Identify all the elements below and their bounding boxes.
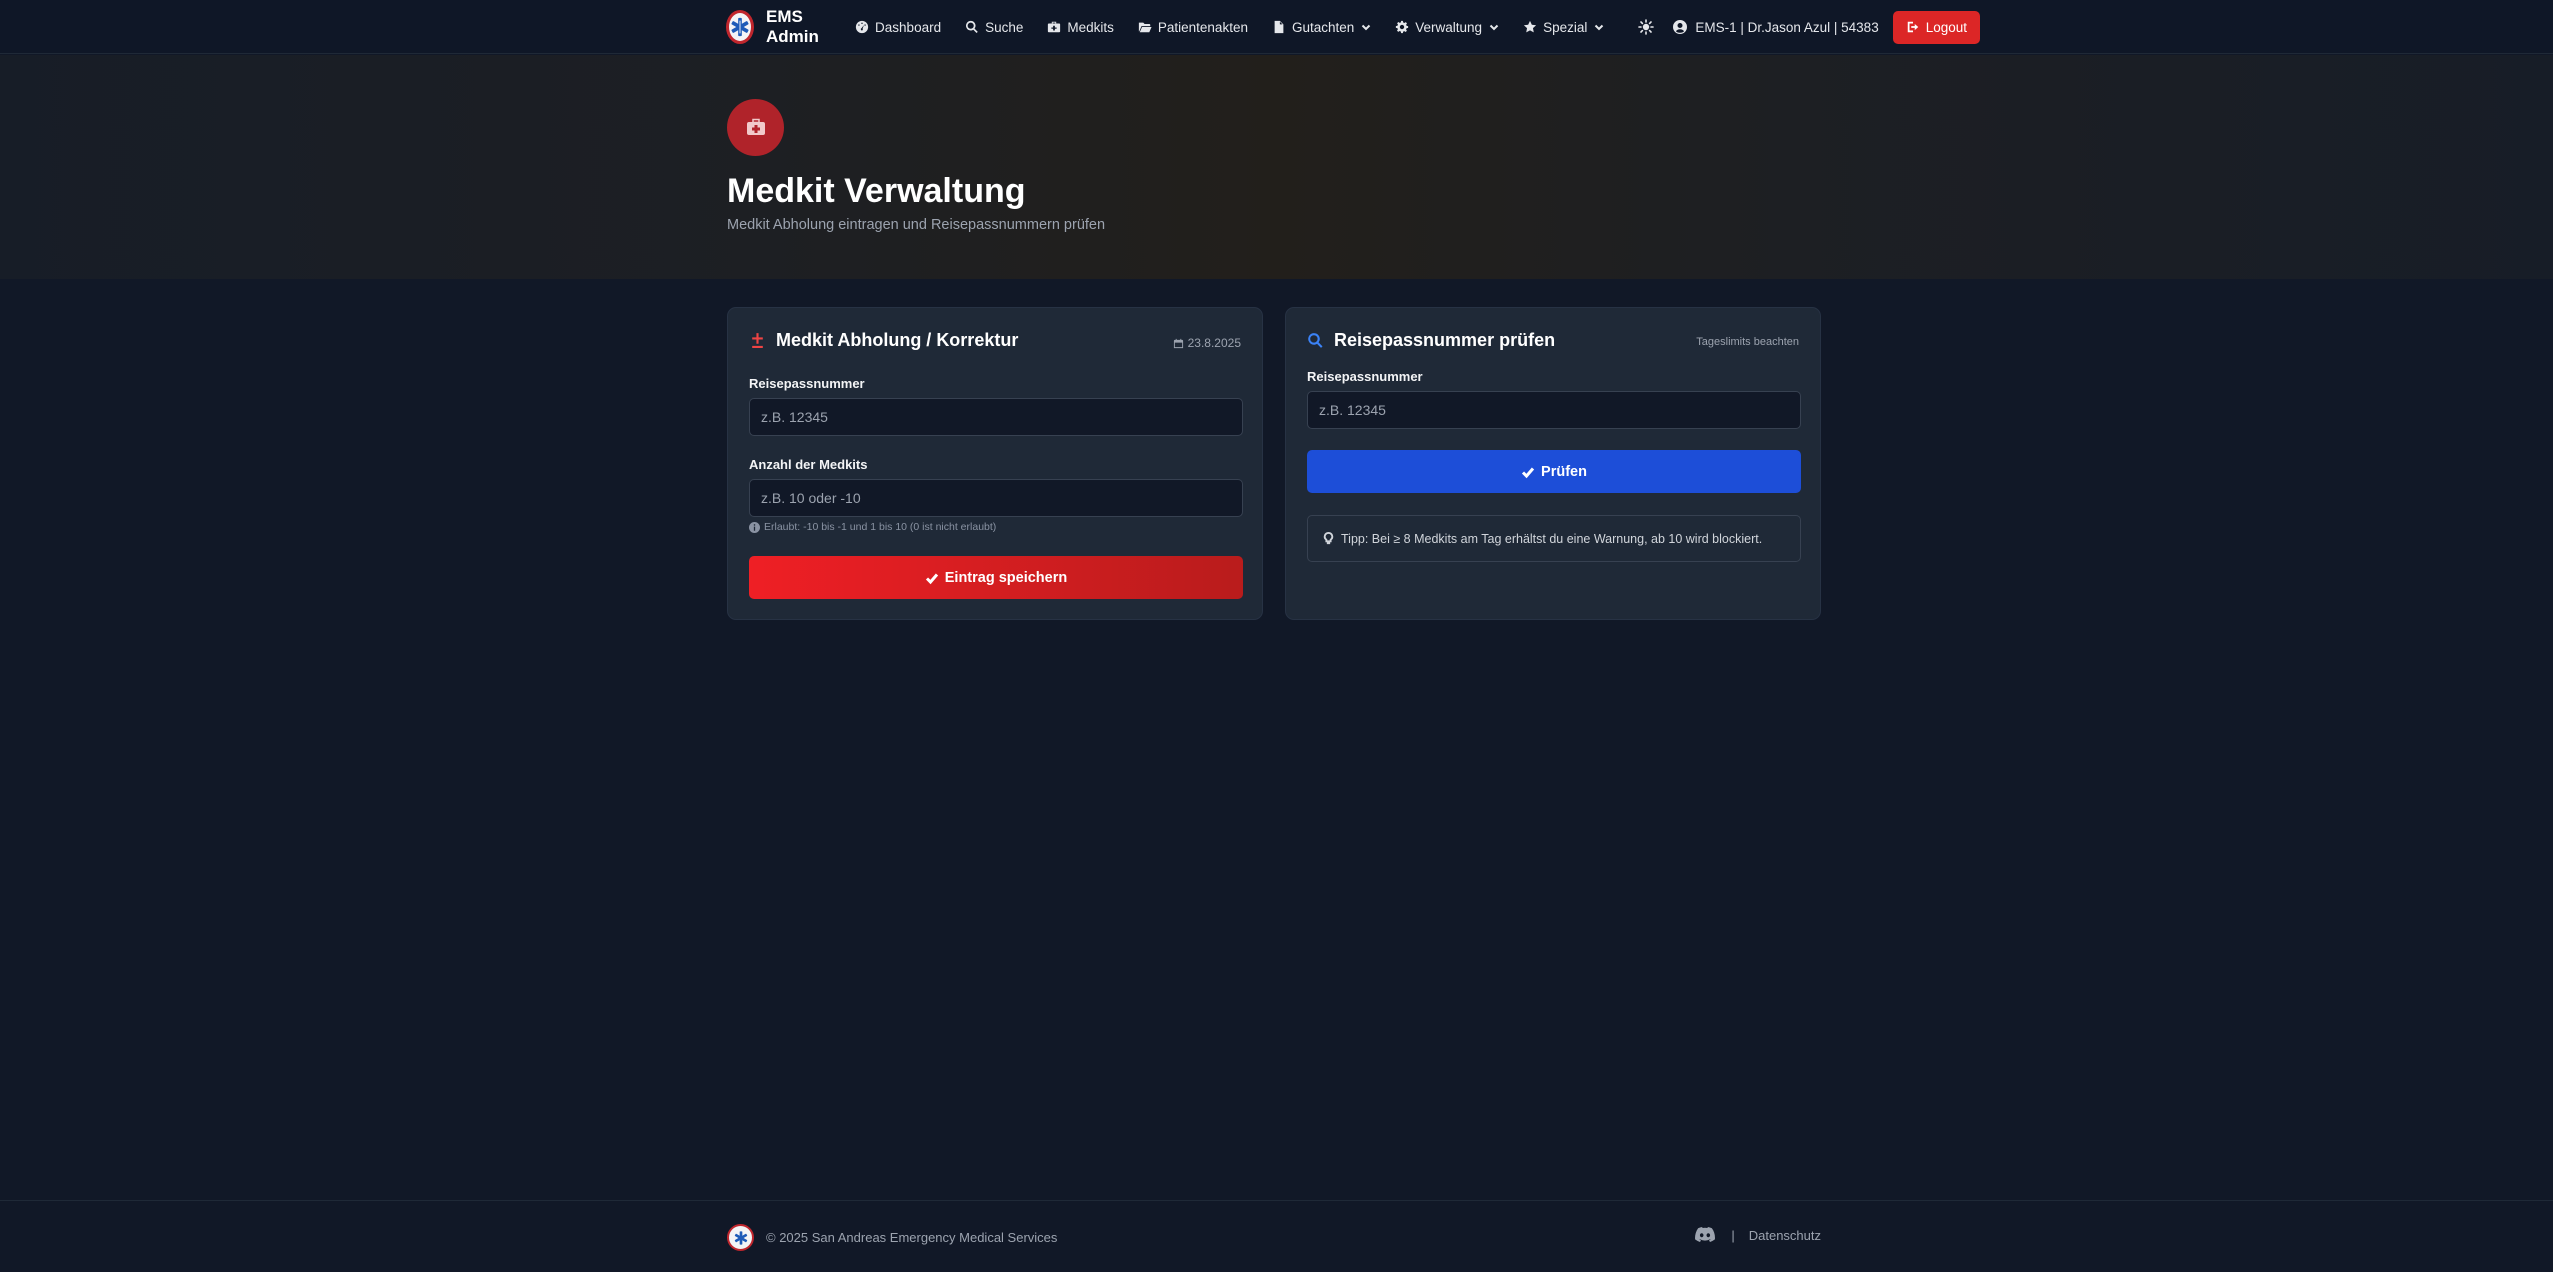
star-of-life-icon [727,1224,754,1251]
nav-spezial[interactable]: Spezial [1523,20,1604,35]
user-circle-icon [1673,20,1688,34]
passport-label: Reisepassnummer [749,376,865,391]
star-icon [1523,20,1537,33]
calendar-icon [1173,338,1183,348]
medkit-icon [1048,21,1061,33]
file-icon [1274,20,1284,34]
footer-left: © 2025 San Andreas Emergency Medical Ser… [727,1224,1057,1251]
navbar-inner: EMS Admin Dashboard Suche Medkits Patien… [726,0,1980,54]
check-passport-input[interactable] [1307,391,1801,429]
nav-patientenakten-label: Patientenakten [1157,19,1248,35]
nav-gutachten-label: Gutachten [1291,19,1355,35]
privacy-link[interactable]: Datenschutz [1749,1228,1821,1243]
nav-verwaltung-label: Verwaltung [1415,19,1483,35]
nav-verwaltung[interactable]: Verwaltung [1395,20,1499,35]
passport-input[interactable] [749,398,1243,436]
daily-limit-note: Tageslimits beachten [1696,336,1799,348]
search-icon [966,20,978,34]
check-button-label: Prüfen [1541,463,1587,480]
count-hint-text: Erlaubt: -10 bis -1 und 1 bis 10 (0 ist … [764,521,997,533]
medkit-entry-card: Medkit Abholung / Korrektur 23.8.2025 Re… [727,307,1263,620]
user-label: EMS-1 | Dr.Jason Azul | 54383 [1695,19,1879,35]
medkit-entry-title-text: Medkit Abholung / Korrektur [776,330,1019,350]
nav-spezial-label: Spezial [1543,19,1588,35]
page-title: Medkit Verwaltung [727,172,1026,210]
search-icon [1308,333,1323,348]
entry-date-text: 23.8.2025 [1187,336,1241,350]
check-button[interactable]: Prüfen [1307,450,1801,493]
count-hint: Erlaubt: -10 bis -1 und 1 bis 10 (0 ist … [749,521,996,533]
gear-icon [1396,20,1409,34]
entry-date: 23.8.2025 [1173,336,1241,350]
nav-medkits-label: Medkits [1067,19,1114,35]
top-navbar: EMS Admin Dashboard Suche Medkits Patien… [0,0,2553,54]
save-entry-button[interactable]: Eintrag speichern [749,556,1243,599]
footer-right: | Datenschutz [1695,1227,1821,1243]
check-passport-label: Reisepassnummer [1307,369,1423,384]
chevron-down-icon [1595,24,1604,31]
check-icon [1521,467,1535,478]
gauge-icon [855,20,869,34]
medkit-count-label: Anzahl der Medkits [749,457,868,472]
nav-gutachten[interactable]: Gutachten [1272,20,1371,35]
page-header: Medkit Verwaltung Medkit Abholung eintra… [0,55,2553,279]
nav-patientenakten[interactable]: Patientenakten [1138,20,1248,35]
sun-icon [1638,19,1655,35]
brand-name: EMS Admin [766,7,819,46]
brand[interactable]: EMS Admin [726,7,831,47]
tip-box: Tipp: Bei ≥ 8 Medkits am Tag erhältst du… [1307,515,1801,562]
user-menu[interactable]: EMS-1 | Dr.Jason Azul | 54383 [1672,19,1879,35]
medkit-entry-title: Medkit Abholung / Korrektur [749,330,1018,351]
lightbulb-icon [1323,532,1334,545]
copyright-text: © 2025 San Andreas Emergency Medical Ser… [766,1230,1058,1245]
theme-toggle-button[interactable] [1638,19,1655,35]
info-icon [749,521,760,533]
page-subtitle: Medkit Abholung eintragen und Reisepassn… [727,217,1106,233]
chevron-down-icon [1362,24,1371,31]
passport-check-title-text: Reisepassnummer prüfen [1334,330,1556,350]
sign-out-icon [1907,21,1918,33]
nav-medkits[interactable]: Medkits [1047,20,1114,35]
nav-dashboard[interactable]: Dashboard [855,20,941,35]
passport-check-title: Reisepassnummer prüfen [1307,330,1555,351]
logout-button[interactable]: Logout [1892,10,1980,44]
footer-separator: | [1731,1227,1735,1243]
check-icon [925,573,938,584]
logout-label: Logout [1925,19,1967,35]
plus-minus-icon [752,333,763,348]
passport-check-card: Reisepassnummer prüfen Tageslimits beach… [1285,307,1821,620]
save-entry-label: Eintrag speichern [944,569,1068,586]
nav-dashboard-label: Dashboard [875,19,942,35]
footer: © 2025 San Andreas Emergency Medical Ser… [0,1200,2553,1272]
medkit-count-input[interactable] [749,479,1243,517]
medkit-icon [727,99,784,156]
chevron-down-icon [1489,24,1499,31]
tip-text: Tipp: Bei ≥ 8 Medkits am Tag erhältst du… [1341,531,1763,546]
star-of-life-icon [726,10,754,44]
nav-search-label: Suche [985,19,1024,35]
nav-search[interactable]: Suche [965,20,1023,35]
folder-open-icon [1138,22,1152,33]
discord-icon[interactable] [1695,1227,1716,1243]
